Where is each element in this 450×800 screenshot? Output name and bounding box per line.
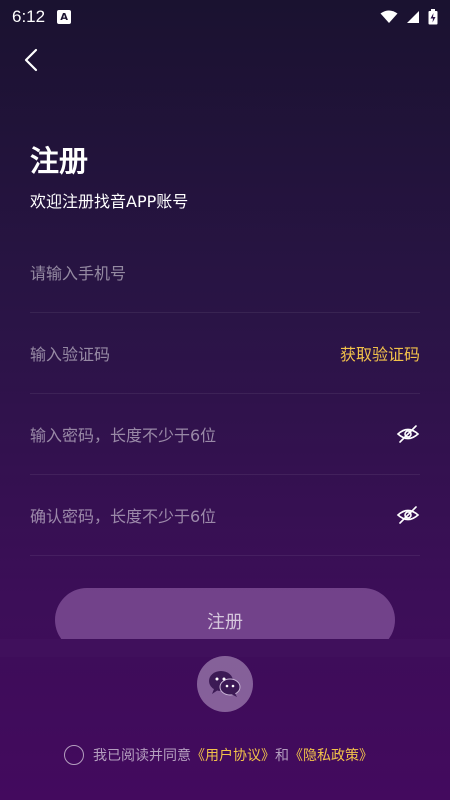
phone-placeholder: 请输入手机号 [30, 264, 127, 283]
password-placeholder: 输入密码，长度不少于6位 [30, 426, 217, 445]
agreement-prefix: 我已阅读并同意 [93, 748, 191, 764]
eye-off-icon[interactable] [396, 422, 420, 446]
eye-off-icon[interactable] [396, 503, 420, 527]
confirm-password-placeholder: 确认密码，长度不少于6位 [30, 507, 217, 526]
privacy-policy-link[interactable]: 《隐私政策》 [289, 745, 373, 765]
status-icons [380, 9, 438, 25]
back-button[interactable] [18, 46, 46, 74]
agree-checkbox[interactable] [64, 745, 84, 765]
wechat-icon [209, 671, 241, 697]
wifi-icon [380, 10, 398, 23]
code-field[interactable]: 输入验证码 获取验证码 [30, 313, 420, 394]
confirm-password-field[interactable]: 确认密码，长度不少于6位 [30, 475, 420, 556]
code-placeholder: 输入验证码 [30, 345, 111, 364]
wechat-login-button[interactable] [197, 656, 253, 712]
battery-icon [428, 9, 438, 25]
agreement-row: 我已阅读并同意 《用户协议》 和 《隐私政策》 [64, 745, 373, 765]
status-time: 6:12 [12, 7, 46, 26]
agreement-conjunction: 和 [275, 748, 289, 764]
password-field[interactable]: 输入密码，长度不少于6位 [30, 394, 420, 475]
back-arrow-icon [24, 48, 38, 72]
bottom-panel-edge [0, 639, 450, 657]
signal-icon [407, 11, 419, 23]
phone-field[interactable]: 请输入手机号 [30, 232, 420, 313]
page-subtitle: 欢迎注册找音APP账号 [30, 192, 189, 211]
status-bar: 6:12 A [0, 0, 450, 34]
get-code-button[interactable]: 获取验证码 [340, 341, 420, 365]
user-agreement-link[interactable]: 《用户协议》 [191, 745, 275, 765]
page-title: 注册 [30, 144, 89, 178]
register-button-label: 注册 [207, 612, 243, 633]
app-notification-icon: A [57, 10, 72, 24]
